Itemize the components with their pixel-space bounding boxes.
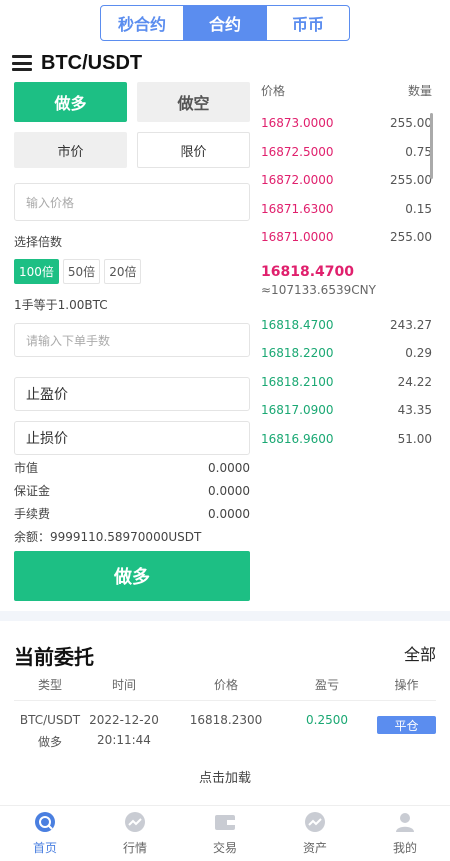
load-more-link[interactable]: 点击加载 bbox=[0, 767, 450, 786]
orders-header-divider bbox=[14, 700, 436, 701]
order-side: 做多 bbox=[37, 735, 62, 749]
price-input[interactable]: 输入价格 bbox=[14, 183, 250, 221]
leverage-100x[interactable]: 100倍 bbox=[14, 259, 59, 284]
ask-row[interactable]: 16871.6300 0.15 bbox=[261, 195, 432, 224]
order-pair: BTC/USDT bbox=[19, 713, 81, 727]
margin-row: 保证金 0.0000 bbox=[14, 483, 250, 499]
quantity-input[interactable]: 请输入下单手数 bbox=[14, 323, 250, 357]
bids: 16818.4700 243.27 16818.2200 0.29 16818.21… bbox=[261, 311, 432, 454]
home-icon bbox=[35, 812, 55, 832]
nav-home[interactable]: 首页 bbox=[0, 806, 90, 861]
pair-title: BTC/USDT bbox=[41, 51, 143, 74]
submit-long-button[interactable]: 做多 bbox=[14, 551, 250, 601]
order-pnl: 0.2500 bbox=[306, 713, 348, 727]
ask-row[interactable]: 16871.0000 255.00 bbox=[261, 223, 432, 252]
close-position-button[interactable]: 平仓 bbox=[377, 716, 436, 734]
short-button[interactable]: 做空 bbox=[137, 82, 250, 122]
all-orders-link[interactable]: 全部 bbox=[404, 641, 436, 665]
fee-row: 手续费 0.0000 bbox=[14, 506, 250, 522]
leverage-20x[interactable]: 20倍 bbox=[104, 259, 142, 284]
assets-icon bbox=[305, 812, 325, 832]
header: BTC/USDT bbox=[12, 51, 142, 75]
nav-profile[interactable]: 我的 bbox=[360, 806, 450, 861]
market-icon bbox=[125, 812, 145, 832]
market-order-button[interactable]: 市价 bbox=[14, 132, 127, 168]
last-price-block: 16818.4700 ≈107133.6539CNY bbox=[261, 264, 432, 300]
limit-order-button[interactable]: 限价 bbox=[137, 132, 250, 168]
trade-form: 做多 做空 市价 限价 输入价格 选择倍数 100倍 50倍 20倍 1手等于1… bbox=[14, 82, 250, 601]
tab-second-contract[interactable]: 秒合约 bbox=[101, 6, 183, 40]
order-book-header: 价格 数量 bbox=[261, 84, 432, 98]
contract-type-tabs: 秒合约 合约 币币 bbox=[100, 5, 350, 41]
user-icon bbox=[396, 813, 414, 832]
nav-market-label: 行情 bbox=[122, 841, 147, 855]
nav-assets[interactable]: 资产 bbox=[270, 806, 360, 861]
ask-row[interactable]: 16872.0000 255.00 bbox=[261, 166, 432, 195]
order-price: 16818.2300 bbox=[189, 713, 263, 727]
bid-row[interactable]: 16818.4700 243.27 bbox=[261, 311, 432, 340]
order-time: 20:11:44 bbox=[97, 733, 151, 747]
nav-profile-label: 我的 bbox=[392, 841, 417, 855]
order-book: 价格 数量 16873.0000 255.00 16872.5000 0.75 16… bbox=[261, 82, 432, 453]
orders-table-header: 类型 时间 价格 盈亏 操作 bbox=[37, 678, 419, 692]
market-value-row: 市值 0.0000 bbox=[14, 460, 250, 476]
wallet-icon bbox=[215, 815, 235, 830]
leverage-label: 选择倍数 bbox=[14, 235, 63, 249]
trade-stats: 市值 0.0000 保证金 0.0000 手续费 0.0000 bbox=[14, 456, 250, 525]
nav-trade-label: 交易 bbox=[212, 841, 237, 855]
bottom-nav: 首页 行情 交易 资产 我的 bbox=[0, 805, 450, 861]
leverage-50x[interactable]: 50倍 bbox=[62, 259, 101, 284]
bid-row[interactable]: 16817.0900 43.35 bbox=[261, 396, 432, 425]
order-book-scrollbar[interactable] bbox=[430, 113, 433, 179]
order-date: 2022-12-20 bbox=[89, 713, 159, 727]
nav-market[interactable]: 行情 bbox=[90, 806, 180, 861]
last-price: 16818.4700 bbox=[261, 263, 354, 280]
tab-spot[interactable]: 币币 bbox=[266, 6, 349, 40]
asks: 16873.0000 255.00 16872.5000 0.75 16872.00… bbox=[261, 109, 432, 252]
last-price-cny: ≈107133.6539CNY bbox=[261, 282, 376, 297]
nav-home-label: 首页 bbox=[32, 841, 57, 855]
tab-contract[interactable]: 合约 bbox=[183, 6, 266, 40]
stop-loss-input[interactable]: 止损价 bbox=[14, 421, 250, 455]
bid-row[interactable]: 16818.2200 0.29 bbox=[261, 339, 432, 368]
menu-icon[interactable] bbox=[12, 55, 32, 71]
nav-assets-label: 资产 bbox=[302, 841, 327, 855]
bid-row[interactable]: 16818.2100 24.22 bbox=[261, 368, 432, 397]
nav-trade[interactable]: 交易 bbox=[180, 806, 270, 861]
bid-row[interactable]: 16816.9600 51.00 bbox=[261, 425, 432, 454]
ask-row[interactable]: 16872.5000 0.75 bbox=[261, 138, 432, 167]
section-divider bbox=[0, 611, 450, 621]
lot-note: 1手等于1.00BTC bbox=[14, 298, 108, 312]
long-button[interactable]: 做多 bbox=[14, 82, 127, 122]
current-orders-title: 当前委托 bbox=[14, 645, 94, 669]
ask-row[interactable]: 16873.0000 255.00 bbox=[261, 109, 432, 138]
take-profit-input[interactable]: 止盈价 bbox=[14, 377, 250, 411]
balance: 余额：9999110.58970000USDT bbox=[14, 529, 202, 544]
